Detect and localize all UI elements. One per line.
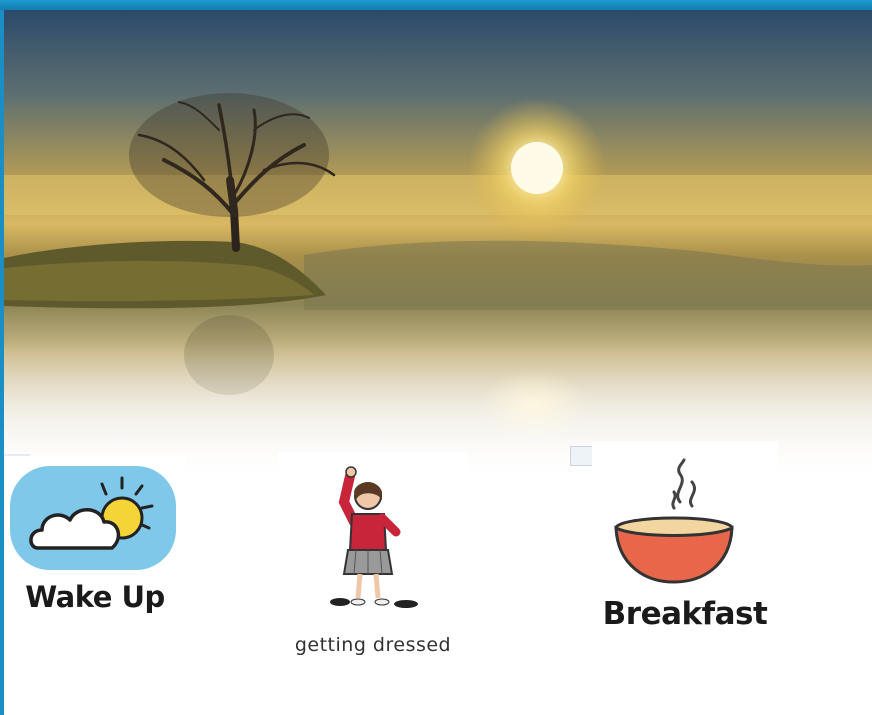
sunrise-lake-photo [4, 10, 872, 485]
routine-label: Wake Up [25, 580, 165, 614]
routine-card-getting-dressed: getting dressed [278, 452, 468, 672]
routine-card-breakfast: Breakfast [592, 442, 778, 652]
slide-canvas: Wake Up getting dressed Breakfast [4, 10, 872, 715]
landscape-image [4, 10, 872, 485]
top-border [0, 0, 872, 10]
routine-card-wake-up: Wake Up [4, 456, 186, 636]
sun-cloud-icon [10, 466, 176, 570]
steaming-bowl-icon [614, 458, 734, 584]
child-dressing-icon [330, 466, 418, 608]
routine-label: getting dressed [294, 634, 452, 656]
routine-label: Breakfast [602, 596, 768, 632]
